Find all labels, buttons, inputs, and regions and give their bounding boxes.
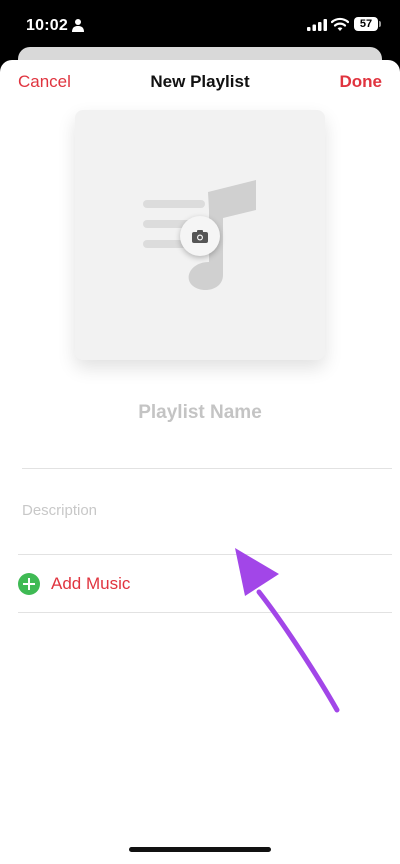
wifi-icon [331, 17, 349, 31]
status-bar: 10:02 57 [0, 0, 400, 50]
new-playlist-sheet: Cancel New Playlist Done Playlist Name D… [0, 60, 400, 864]
battery-icon: 57 [354, 17, 378, 31]
add-music-button[interactable]: Add Music [18, 572, 218, 596]
done-button[interactable]: Done [340, 72, 383, 92]
playlist-name-input[interactable]: Playlist Name [0, 402, 400, 424]
camera-button[interactable] [180, 216, 220, 256]
camera-icon [192, 230, 208, 243]
battery-nub [379, 21, 381, 27]
person-icon [72, 19, 84, 32]
signal-icon [307, 19, 327, 31]
home-indicator[interactable] [129, 847, 271, 852]
annotation-arrow-icon [235, 548, 340, 713]
plus-circle-icon [18, 573, 40, 595]
divider [22, 468, 392, 469]
description-input[interactable]: Description [22, 502, 97, 519]
status-time: 10:02 [26, 17, 68, 34]
playlist-artwork[interactable] [75, 110, 325, 360]
add-music-label: Add Music [51, 574, 131, 593]
